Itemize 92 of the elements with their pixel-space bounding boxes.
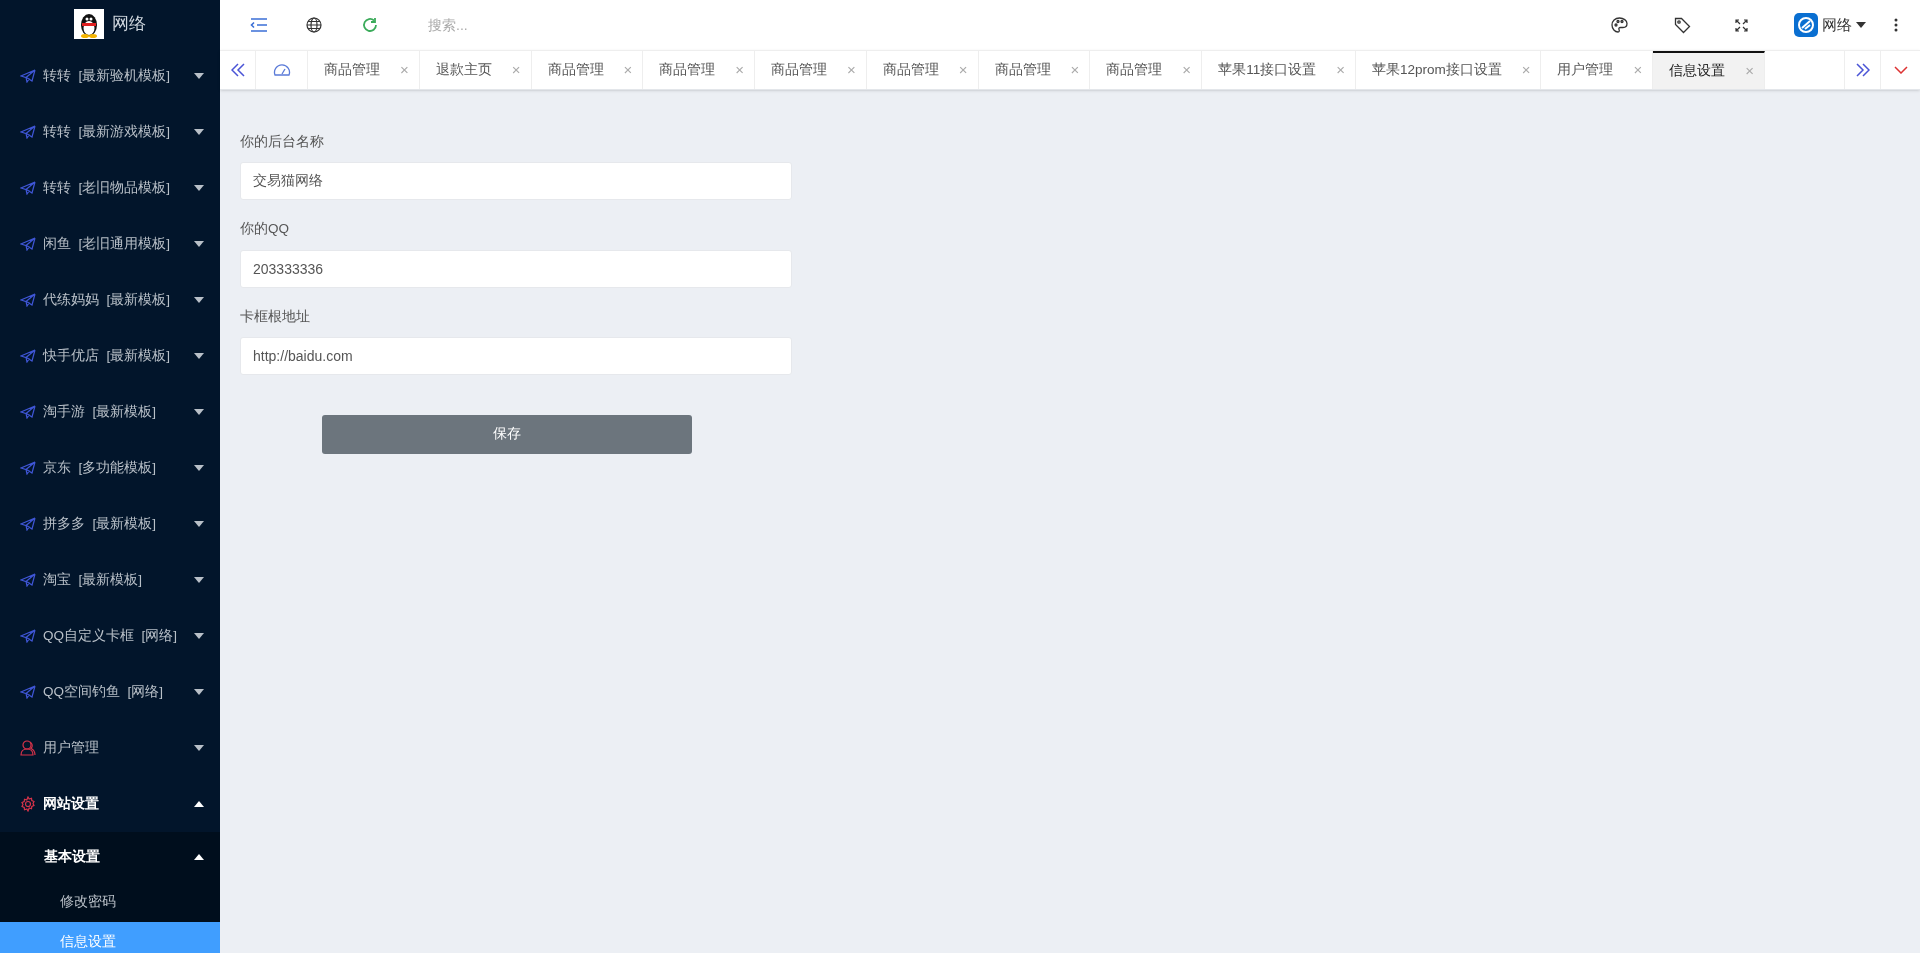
tab-label: 商品管理 bbox=[994, 60, 1051, 79]
avatar-icon bbox=[1794, 13, 1818, 37]
sidebar-item[interactable]: 拼多多 [最新模板] bbox=[0, 496, 220, 552]
tab[interactable]: 商品管理 × bbox=[643, 51, 756, 89]
tab[interactable]: 商品管理 × bbox=[755, 51, 867, 89]
save-button[interactable]: 保存 bbox=[322, 414, 692, 454]
caret-icon bbox=[194, 577, 204, 583]
paper-plane-icon bbox=[20, 237, 36, 251]
input-field[interactable]: http://baidu.com bbox=[240, 336, 792, 375]
caret-icon bbox=[194, 465, 204, 471]
tab[interactable]: 商品管理 × bbox=[1090, 51, 1203, 89]
paper-plane-icon bbox=[20, 517, 36, 531]
input-field[interactable]: 交易猫网络 bbox=[240, 162, 792, 201]
tab-label: 商品管理 bbox=[324, 60, 380, 79]
paper-plane-icon bbox=[20, 181, 36, 195]
caret-icon bbox=[194, 689, 204, 695]
tab[interactable]: 商品管理 × bbox=[978, 51, 1091, 89]
sidebar-item[interactable]: 闲鱼 [老旧通用模板] bbox=[0, 216, 220, 272]
tab-label: 商品管理 bbox=[547, 60, 604, 79]
paper-plane-icon bbox=[20, 629, 36, 643]
sidebar-item[interactable]: 转转 [最新验机模板] bbox=[0, 48, 220, 104]
caret-icon bbox=[194, 185, 204, 191]
paper-plane-icon bbox=[20, 405, 36, 419]
tab[interactable]: 苹果12prom接口设置 × bbox=[1355, 51, 1542, 89]
caret-icon bbox=[194, 854, 204, 860]
sidebar-item[interactable]: 快手优店 [最新模板] bbox=[0, 328, 220, 384]
tag-icon[interactable] bbox=[1674, 16, 1691, 34]
caret-icon bbox=[194, 633, 204, 639]
tab-label: 苹果11接口设置 bbox=[1218, 60, 1317, 79]
brand-name: 网络 bbox=[112, 13, 146, 36]
caret-icon bbox=[194, 297, 204, 303]
globe-icon[interactable] bbox=[306, 17, 322, 33]
tab-label: 商品管理 bbox=[659, 60, 716, 79]
gauge-icon bbox=[272, 63, 291, 77]
sidebar-item[interactable]: 转转 [最新游戏模板] bbox=[0, 104, 220, 160]
tab-label: 商品管理 bbox=[771, 60, 828, 79]
sidebar-item[interactable]: 京东 [多功能模板] bbox=[0, 440, 220, 496]
field-label: 你的QQ bbox=[240, 220, 290, 239]
double-chevron-right-icon bbox=[1855, 63, 1870, 77]
sidebar-item[interactable]: QQ自定义卡框 [网络] bbox=[0, 608, 220, 664]
caret-icon bbox=[194, 521, 204, 527]
double-chevron-left-icon bbox=[230, 63, 245, 77]
penguin-logo-icon bbox=[74, 9, 104, 39]
sidebar-item[interactable]: 用户管理 bbox=[0, 720, 220, 776]
tab-label: 退款主页 bbox=[435, 60, 492, 79]
caret-icon bbox=[1856, 22, 1866, 28]
caret-icon bbox=[194, 353, 204, 359]
user-menu[interactable]: 网络 bbox=[1794, 13, 1866, 37]
caret-icon bbox=[194, 241, 204, 247]
caret-icon bbox=[194, 801, 204, 807]
caret-icon bbox=[194, 745, 204, 751]
refresh-icon[interactable] bbox=[362, 17, 378, 33]
tab-label: 商品管理 bbox=[882, 60, 939, 79]
sidebar-item[interactable]: QQ空间钓鱼 [网络] bbox=[0, 664, 220, 720]
caret-icon bbox=[194, 73, 204, 79]
paper-plane-icon bbox=[20, 349, 36, 363]
menu-collapse-icon[interactable] bbox=[250, 18, 268, 32]
paper-plane-icon bbox=[20, 573, 36, 587]
tab-label: 苹果12prom接口设置 bbox=[1371, 60, 1502, 79]
field-label: 卡框根地址 bbox=[240, 307, 311, 326]
sidebar-item[interactable]: 代练妈妈 [最新模板] bbox=[0, 272, 220, 328]
submenu-item[interactable]: 基本设置 bbox=[0, 832, 220, 882]
sidebar-item[interactable]: 转转 [老旧物品模板] bbox=[0, 160, 220, 216]
palette-icon[interactable] bbox=[1611, 17, 1628, 33]
sidebar-item[interactable]: 淘宝 [最新模板] bbox=[0, 552, 220, 608]
tab[interactable]: 苹果11接口设置 × bbox=[1202, 51, 1356, 89]
tab-label: 商品管理 bbox=[1106, 60, 1163, 79]
gear-icon bbox=[20, 796, 36, 812]
sidebar-item[interactable]: 淘手游 [最新模板] bbox=[0, 384, 220, 440]
chevron-down-icon bbox=[1893, 66, 1908, 74]
caret-icon bbox=[194, 409, 204, 415]
tab[interactable]: 信息设置 × bbox=[1653, 51, 1765, 89]
field-label: 你的后台名称 bbox=[240, 133, 325, 151]
tab-label: 信息设置 bbox=[1669, 61, 1726, 80]
paper-plane-icon bbox=[20, 293, 36, 307]
submenu-item[interactable]: 修改密码 bbox=[0, 882, 220, 922]
tab[interactable]: 商品管理 × bbox=[308, 51, 420, 89]
tab-label: 用户管理 bbox=[1557, 60, 1614, 79]
tab[interactable]: 商品管理 × bbox=[866, 51, 979, 89]
sidebar-item[interactable]: 网站设置 bbox=[0, 776, 220, 832]
input-field[interactable]: 203333336 bbox=[240, 249, 792, 288]
more-icon[interactable] bbox=[1894, 18, 1898, 32]
tab[interactable]: 商品管理 × bbox=[531, 51, 644, 89]
tab[interactable]: 退款主页 × bbox=[419, 51, 532, 89]
user-icon bbox=[20, 740, 36, 756]
caret-icon bbox=[194, 129, 204, 135]
fullscreen-icon[interactable] bbox=[1735, 18, 1748, 32]
paper-plane-icon bbox=[20, 69, 36, 83]
search-field[interactable]: 搜索... bbox=[428, 14, 728, 36]
paper-plane-icon bbox=[20, 125, 36, 139]
paper-plane-icon bbox=[20, 685, 36, 699]
paper-plane-icon bbox=[20, 461, 36, 475]
